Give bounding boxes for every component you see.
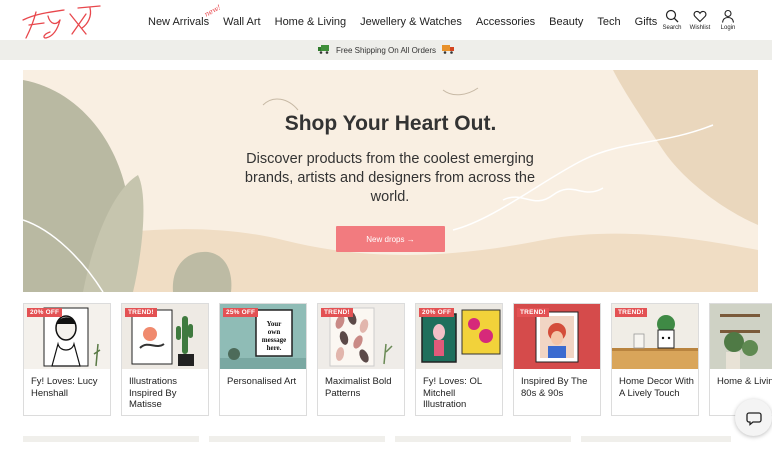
nav-label: Tech	[597, 16, 621, 28]
user-icon	[721, 9, 735, 23]
nav-label: Gifts	[634, 16, 658, 28]
search-label: Search	[662, 25, 682, 31]
nav-new-arrivals[interactable]: New Arrivals new!	[148, 3, 222, 28]
poster-line: Your	[267, 320, 282, 328]
card-image: TREND!	[514, 304, 600, 369]
card-label: Fy! Loves: OL Mitchell Illustration	[423, 376, 482, 410]
site-header: New Arrivals new! Wall Art Home & Living…	[0, 0, 772, 40]
login-button[interactable]: Login	[714, 9, 742, 31]
poster-line: message	[262, 336, 287, 344]
chat-icon	[745, 411, 762, 426]
card-badge: 20% OFF	[27, 308, 63, 317]
nav-label: Jewellery & Watches	[360, 16, 462, 28]
nav-gifts[interactable]: Gifts	[635, 16, 658, 28]
section-strip	[23, 436, 199, 442]
section-strip	[209, 436, 385, 442]
card-badge: TREND!	[615, 308, 647, 317]
card-image: 20% OFF	[24, 304, 110, 369]
category-card[interactable]: Your own message here. 25% OFF Personalised…	[219, 303, 307, 416]
card-label: Home Decor With A Lively Touch	[619, 376, 694, 399]
search-icon	[665, 9, 679, 23]
delivery-truck-icon	[442, 44, 455, 56]
card-image: Your own message here. 25% OFF	[220, 304, 306, 369]
nav-label: Wall Art	[223, 16, 261, 28]
card-image	[710, 304, 772, 369]
category-card[interactable]: 20% OFF Fy! Loves: Lucy Henshall	[23, 303, 111, 416]
category-card[interactable]: Home & Living	[709, 303, 772, 416]
card-label: Home & Living	[717, 376, 772, 387]
card-image: TREND!	[612, 304, 698, 369]
category-card[interactable]: TREND! Home Decor With A Lively Touch	[611, 303, 699, 416]
nav-wall-art[interactable]: Wall Art	[223, 16, 261, 28]
card-label: Fy! Loves: Lucy Henshall	[31, 376, 98, 399]
shipping-text: Free Shipping On All Orders	[335, 45, 437, 55]
main-nav: New Arrivals new! Wall Art Home & Living…	[148, 3, 671, 28]
nav-label: Accessories	[475, 16, 536, 28]
card-badge: 20% OFF	[419, 308, 455, 317]
new-badge: new!	[202, 3, 222, 19]
card-badge: TREND!	[517, 308, 549, 317]
card-image: 20% OFF	[416, 304, 502, 369]
shipping-banner: Free Shipping On All Orders	[0, 40, 772, 60]
category-card[interactable]: TREND! Illustrations Inspired By Matisse	[121, 303, 209, 416]
nav-label: New Arrivals	[148, 16, 210, 28]
search-button[interactable]: Search	[658, 9, 686, 31]
card-badge: TREND!	[125, 308, 157, 317]
fy-logo[interactable]	[20, 4, 104, 40]
wishlist-button[interactable]: Wishlist	[686, 9, 714, 31]
nav-home-living[interactable]: Home & Living	[275, 16, 347, 28]
card-label: Personalised Art	[227, 376, 297, 387]
nav-label: Home & Living	[274, 16, 347, 28]
section-strip	[395, 436, 571, 442]
heart-icon	[693, 10, 707, 23]
card-label: Inspired By The 80s & 90s	[521, 376, 588, 399]
card-label: Maximalist Bold Patterns	[325, 376, 392, 399]
category-card[interactable]: TREND! Maximalist Bold Patterns	[317, 303, 405, 416]
section-strip	[581, 436, 731, 442]
card-label: Illustrations Inspired By Matisse	[129, 376, 178, 410]
nav-jewellery-watches[interactable]: Jewellery & Watches	[360, 16, 462, 28]
card-image: TREND!	[318, 304, 404, 369]
login-label: Login	[720, 25, 736, 31]
card-image: TREND!	[122, 304, 208, 369]
hero-subtitle: Discover products from the coolest emerg…	[244, 151, 536, 205]
chat-button[interactable]	[735, 399, 772, 436]
nav-beauty[interactable]: Beauty	[549, 16, 583, 28]
hero-banner: Shop Your Heart Out. Discover products f…	[23, 70, 758, 292]
card-badge: 25% OFF	[223, 308, 259, 317]
nav-accessories[interactable]: Accessories	[476, 16, 535, 28]
header-icons: Search Wishlist Login	[658, 9, 742, 31]
nav-label: Beauty	[549, 16, 584, 28]
category-card[interactable]: TREND! Inspired By The 80s & 90s	[513, 303, 601, 416]
hero-title: Shop Your Heart Out.	[284, 112, 497, 135]
poster-line: here.	[267, 344, 282, 352]
category-card[interactable]: 20% OFF Fy! Loves: OL Mitchell Illustrat…	[415, 303, 503, 416]
wishlist-label: Wishlist	[689, 25, 711, 31]
poster-line: own	[268, 328, 281, 336]
card-badge: TREND!	[321, 308, 353, 317]
nav-tech[interactable]: Tech	[597, 16, 620, 28]
truck-icon	[317, 44, 330, 56]
new-drops-button[interactable]: New drops →	[336, 226, 445, 252]
